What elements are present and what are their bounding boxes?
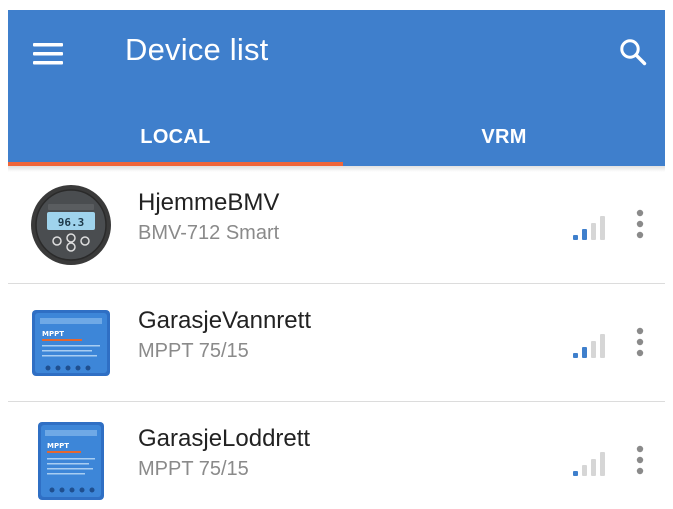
tab-bar: LOCAL VRM bbox=[8, 108, 665, 166]
device-model: MPPT 75/15 bbox=[138, 340, 249, 362]
search-icon bbox=[620, 39, 647, 66]
tab-local[interactable]: LOCAL bbox=[8, 108, 343, 166]
device-more-button[interactable] bbox=[624, 322, 656, 362]
more-vertical-icon bbox=[636, 209, 644, 239]
signal-strength-icon bbox=[573, 216, 605, 240]
more-vertical-icon bbox=[636, 445, 644, 475]
device-model: MPPT 75/15 bbox=[138, 458, 249, 480]
device-name: GarasjeVannrett bbox=[138, 307, 311, 334]
thumbnail-mppt-label: MPPT bbox=[47, 442, 69, 450]
device-name: GarasjeLoddrett bbox=[138, 425, 311, 452]
search-button[interactable] bbox=[613, 32, 653, 72]
app-bar: Device list LOCAL VRM bbox=[8, 10, 665, 166]
device-row-garasjevannrett[interactable]: MPPT GarasjeVannrett MPPT 75/15 bbox=[8, 284, 665, 402]
device-list: 96.3 HjemmeBMV BMV-712 Smart MPPT Garasj… bbox=[8, 166, 665, 509]
device-row-hjemmebmv[interactable]: 96.3 HjemmeBMV BMV-712 Smart bbox=[8, 166, 665, 284]
page-title: Device list bbox=[125, 32, 269, 67]
app-window: Device list LOCAL VRM 96.3 HjemmeBMV BMV… bbox=[0, 0, 673, 509]
more-vertical-icon bbox=[636, 327, 644, 357]
solar-charger-icon: MPPT bbox=[32, 310, 110, 376]
signal-strength-icon bbox=[573, 334, 605, 358]
tab-vrm[interactable]: VRM bbox=[343, 108, 665, 166]
device-more-button[interactable] bbox=[624, 440, 656, 480]
battery-monitor-icon: 96.3 bbox=[31, 185, 111, 265]
signal-strength-icon bbox=[573, 452, 605, 476]
thumbnail-mppt-label: MPPT bbox=[42, 330, 64, 338]
device-name: HjemmeBMV bbox=[138, 189, 280, 216]
device-more-button[interactable] bbox=[624, 204, 656, 244]
device-model: BMV-712 Smart bbox=[138, 222, 280, 244]
menu-button[interactable] bbox=[28, 34, 68, 74]
thumbnail-display-text: 96.3 bbox=[58, 216, 85, 229]
device-row-garasjeloddrett[interactable]: MPPT GarasjeLoddrett MPPT 75/15 bbox=[8, 402, 665, 509]
hamburger-menu-icon bbox=[33, 43, 63, 65]
solar-charger-icon: MPPT bbox=[38, 422, 104, 500]
